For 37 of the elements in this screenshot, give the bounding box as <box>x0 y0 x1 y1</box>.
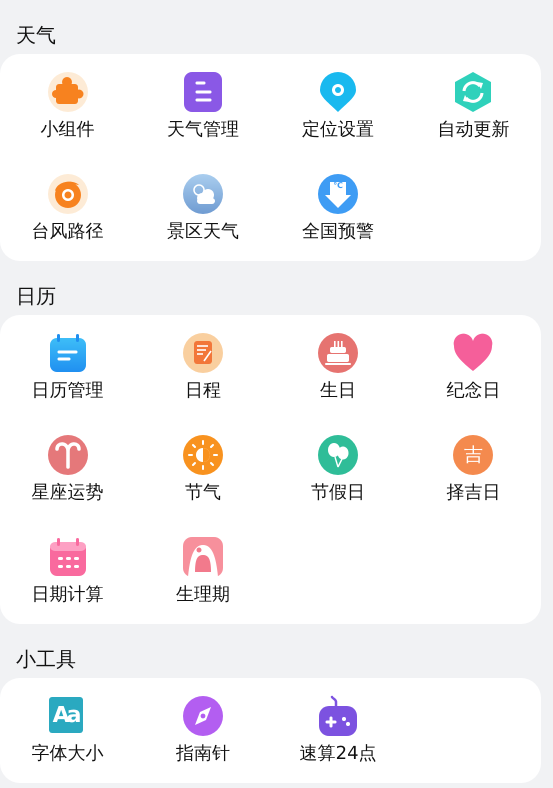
aries-icon <box>46 434 89 476</box>
shortcut-button[interactable]: 生理期 <box>135 534 270 619</box>
shortcut-button[interactable]: 日期计算 <box>0 534 136 619</box>
list-icon <box>182 71 224 113</box>
gamepad-icon <box>317 695 360 737</box>
cake-icon <box>317 332 360 374</box>
shortcut-button[interactable]: 指南针 <box>135 693 270 778</box>
section-title: 日历 <box>15 283 57 310</box>
heart-icon <box>452 332 494 374</box>
shortcut-button[interactable]: Aa 字体大小 <box>0 693 136 778</box>
shortcut-button[interactable]: 定位设置 <box>270 69 406 154</box>
shortcut-button[interactable]: 星座运势 <box>0 432 136 517</box>
shortcut-button[interactable]: 速算24点 <box>270 693 406 778</box>
shortcut-button[interactable]: 自动更新 <box>406 69 541 154</box>
section-title: 天气 <box>15 22 57 49</box>
shortcut-button[interactable]: ℃ 全国预警 <box>270 171 406 256</box>
shortcut-button[interactable]: 景区天气 <box>135 171 270 256</box>
cloud-sun-icon <box>182 173 224 215</box>
shortcut-button[interactable]: 纪念日 <box>406 330 541 415</box>
shortcut-button[interactable]: 日历管理 <box>0 330 136 415</box>
shortcut-button[interactable]: 节假日 <box>270 432 406 517</box>
compass-icon <box>182 695 224 737</box>
puzzle-icon <box>46 71 89 113</box>
shortcut-button[interactable]: 生日 <box>270 330 406 415</box>
shortcut-button[interactable]: 节气 <box>135 432 270 517</box>
shortcut-button[interactable]: 台风路径 <box>0 171 136 256</box>
sun-icon <box>182 434 224 476</box>
shortcut-button[interactable]: 日程 <box>135 330 270 415</box>
lucky-sign-icon: 吉 <box>452 434 494 476</box>
shortcut-button[interactable]: 小组件 <box>0 69 136 154</box>
typhoon-icon <box>46 173 89 215</box>
temperature-warning-icon: ℃ <box>317 173 360 215</box>
shortcut-button[interactable]: 天气管理 <box>135 69 270 154</box>
shortcut-button[interactable]: 吉 择吉日 <box>406 432 541 517</box>
section-title: 小工具 <box>15 646 77 673</box>
balloon-icon <box>317 434 360 476</box>
notepad-icon <box>182 332 224 374</box>
